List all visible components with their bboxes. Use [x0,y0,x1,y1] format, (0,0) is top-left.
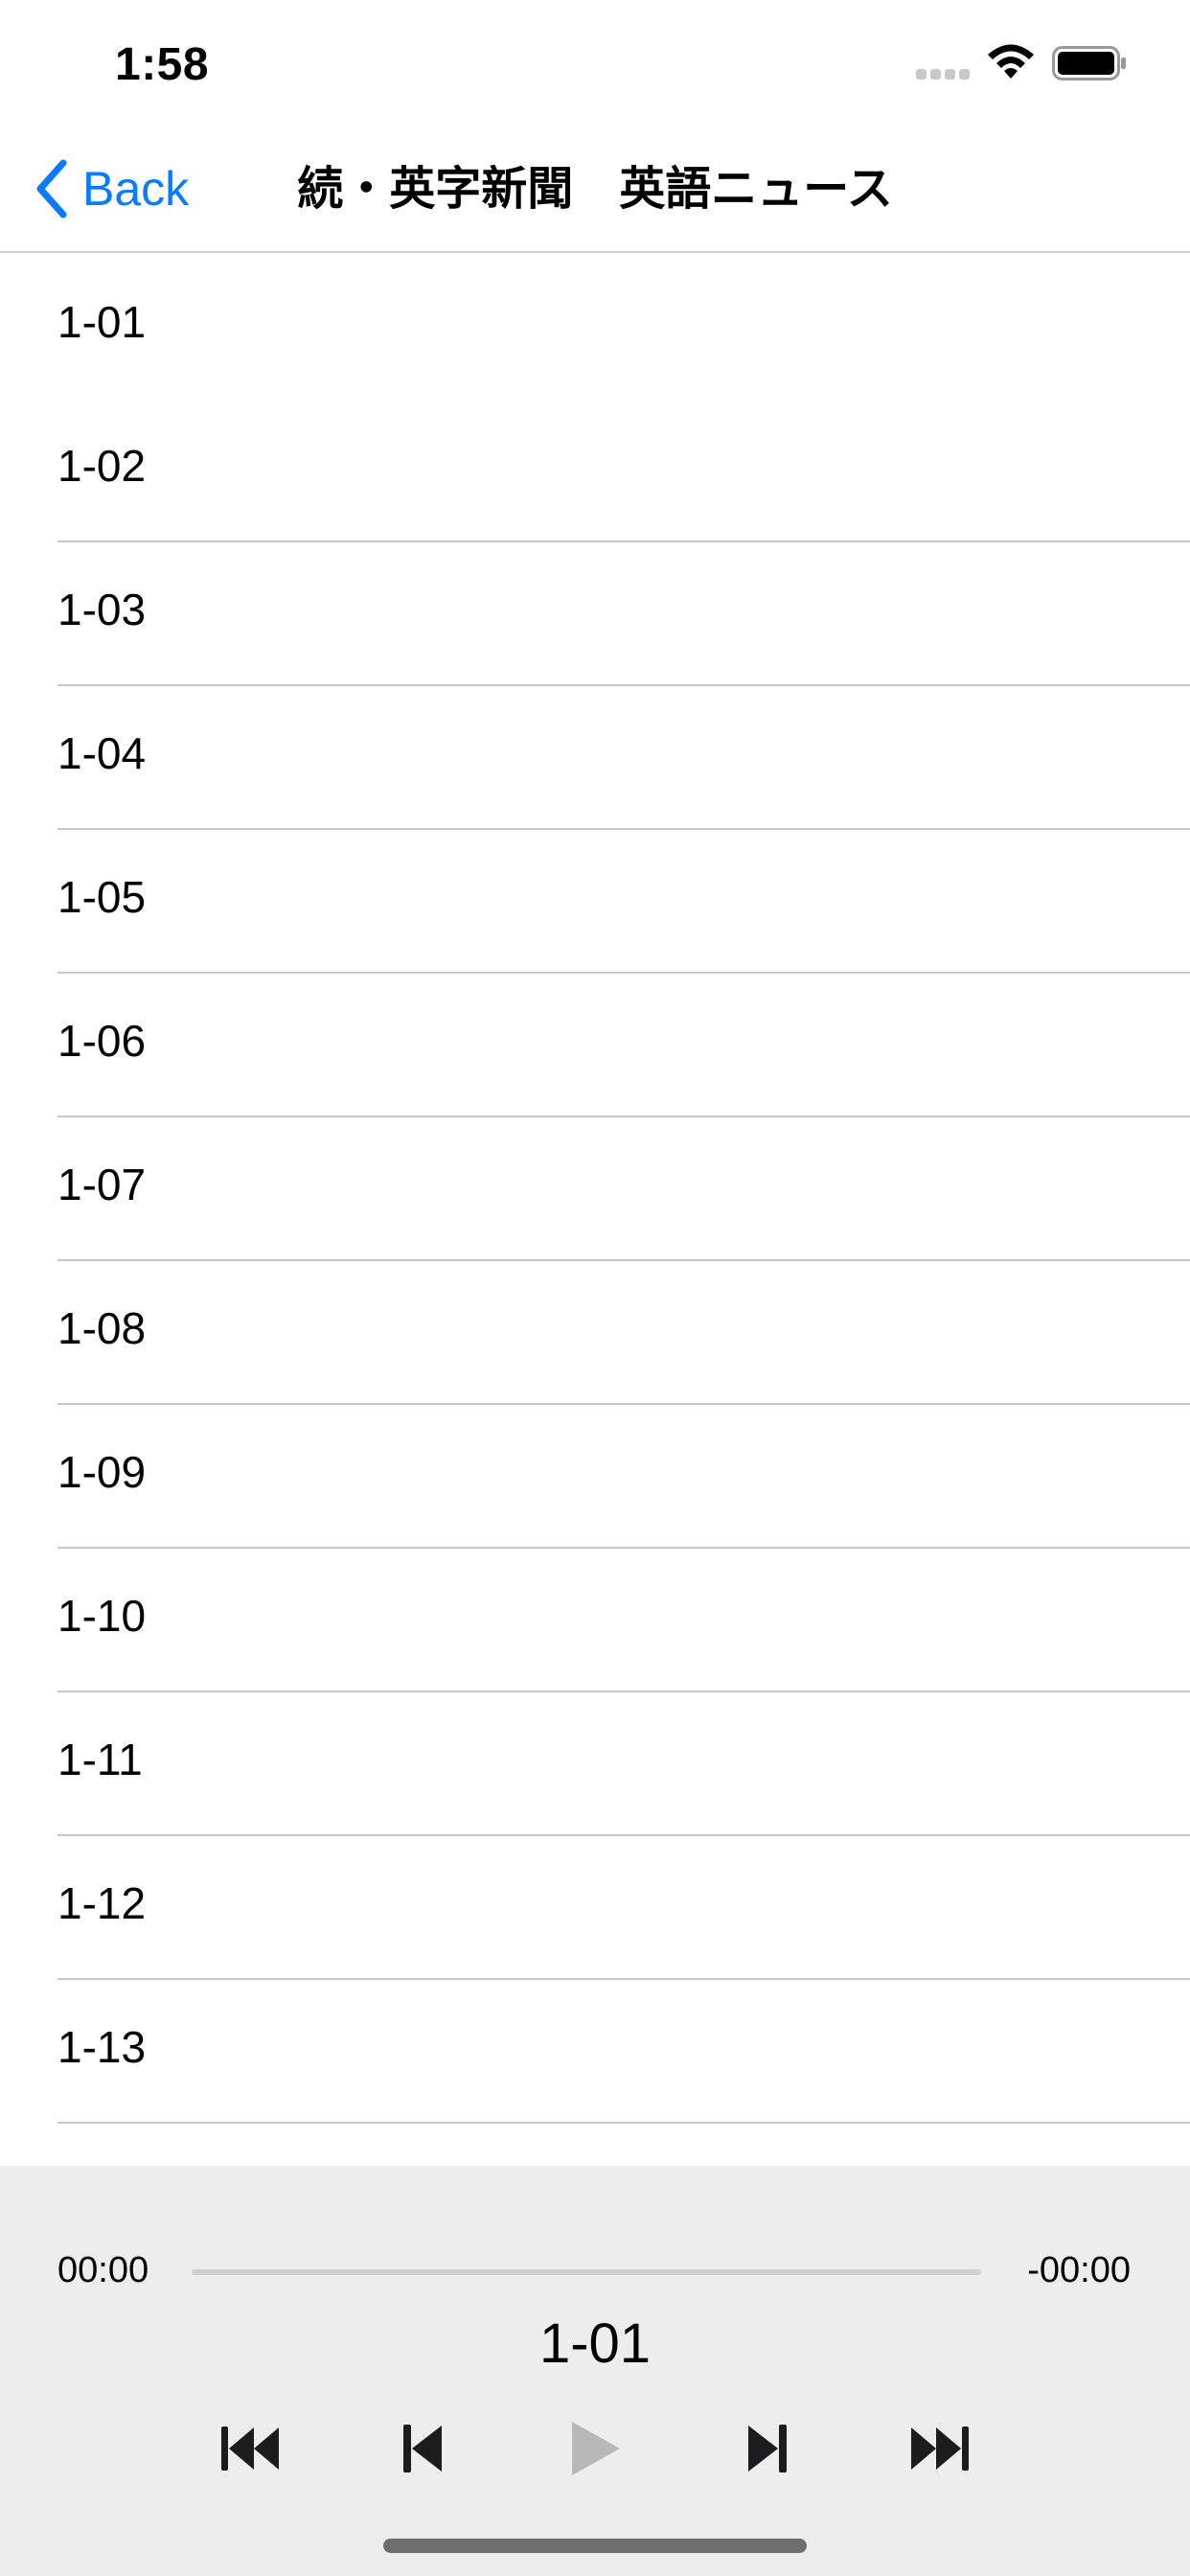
elapsed-time: 00:00 [57,2250,149,2290]
list-item-label: 1-05 [57,872,147,922]
list-item-label: 1-08 [57,1303,147,1353]
list-item[interactable]: 1-04 [0,686,1190,830]
list-item-label: 1-04 [57,728,147,778]
row-divider [57,2122,1190,2124]
list-item-label: 1-06 [57,1016,147,1066]
next-track-button[interactable] [738,2405,797,2492]
list-item[interactable]: 1-03 [0,542,1190,686]
remaining-time: -00:00 [1027,2250,1131,2290]
signal-icon [916,69,972,80]
audio-player: 00:00 -00:00 1-01 [0,2166,1190,2576]
progress-slider[interactable] [192,2269,981,2275]
status-time: 1:58 [115,39,210,90]
skip-to-start-button[interactable] [215,2405,286,2492]
next-track-icon [748,2425,787,2472]
list-item[interactable]: 1-10 [0,1549,1190,1692]
skip-to-end-icon [911,2426,969,2471]
list-item-label: 1-02 [57,441,147,491]
previous-track-icon [403,2425,442,2472]
playback-controls [0,2405,1190,2492]
list-item[interactable]: 1-07 [0,1117,1190,1261]
list-item[interactable]: 1-11 [0,1692,1190,1836]
status-bar: 1:58 [0,0,1190,126]
list-item-label: 1-10 [57,1591,147,1641]
list-item-label: 1-01 [57,297,147,347]
skip-to-start-icon [221,2426,279,2471]
play-icon [572,2422,620,2475]
app-screen: 1:58 Back 続・英字新聞 英語ニュース 1-01 1-02 1-03 1… [0,0,1190,2576]
list-item[interactable]: 1-13 [0,1980,1190,2124]
list-item-label: 1-11 [57,1735,143,1784]
home-indicator[interactable] [383,2539,807,2553]
list-item[interactable]: 1-06 [0,974,1190,1117]
back-button[interactable]: Back [33,155,189,222]
track-list: 1-01 1-02 1-03 1-04 1-05 1-06 1-07 1-08 [0,255,1190,2124]
battery-icon [1052,46,1126,80]
list-item-label: 1-09 [57,1447,147,1497]
list-item-label: 1-07 [57,1160,147,1209]
wifi-icon [988,44,1034,79]
list-item[interactable]: 1-02 [0,399,1190,542]
list-item-label: 1-12 [57,1878,147,1928]
navigation-bar: Back 続・英字新聞 英語ニュース [0,126,1190,253]
list-item[interactable]: 1-01 [0,255,1190,399]
list-item[interactable]: 1-05 [0,830,1190,974]
list-item[interactable]: 1-12 [0,1836,1190,1980]
play-button[interactable] [561,2405,629,2492]
previous-track-button[interactable] [393,2405,452,2492]
list-item-label: 1-13 [57,2022,147,2072]
skip-to-end-button[interactable] [904,2405,975,2492]
list-item[interactable]: 1-08 [0,1261,1190,1405]
list-item[interactable]: 1-09 [0,1405,1190,1549]
back-label: Back [82,162,190,216]
back-chevron-icon [36,159,67,218]
now-playing-title: 1-01 [538,2312,652,2375]
list-item-label: 1-03 [57,585,147,634]
page-title: 続・英字新聞 英語ニュース [297,164,893,215]
